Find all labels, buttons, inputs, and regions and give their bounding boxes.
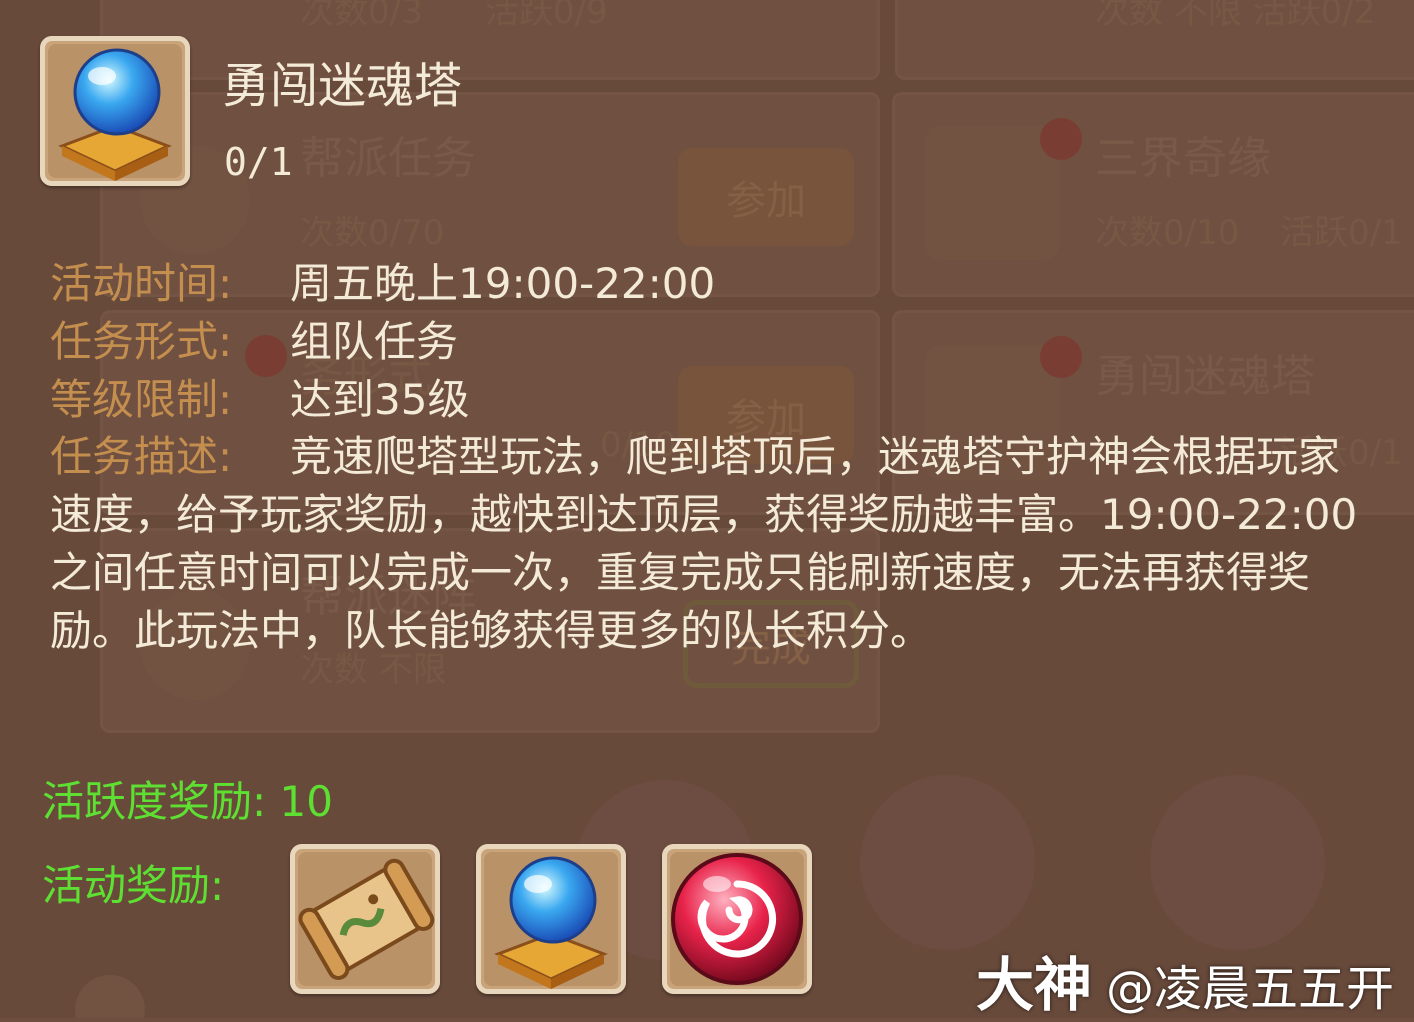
- activity-reward-row: 活跃度奖励: 10: [42, 768, 333, 829]
- field-label: 等级限制:: [50, 375, 233, 424]
- field-value: 组队任务: [290, 317, 459, 366]
- reward-item-2[interactable]: [476, 844, 626, 994]
- rewards-label: 活动奖励:: [42, 861, 225, 910]
- red-orb-icon: [671, 853, 803, 985]
- field-label: 任务形式:: [50, 317, 233, 366]
- description-label: 任务描述:: [50, 432, 233, 481]
- field-time: 活动时间: 周五晚上19:00-22:00: [50, 250, 715, 311]
- watermark-user: @凌晨五五开: [1105, 961, 1394, 1017]
- watermark: 大神 @凌晨五五开: [976, 938, 1394, 1022]
- field-value: 达到35级: [290, 375, 470, 424]
- activity-title: 勇闯迷魂塔: [222, 58, 463, 114]
- field-value: 周五晚上19:00-22:00: [290, 259, 716, 308]
- activity-reward-label: 活跃度奖励:: [42, 777, 267, 826]
- crystal-ball-icon: [494, 856, 608, 989]
- field-label: 活动时间:: [50, 259, 233, 308]
- description-block: 任务描述: 竞速爬塔型玩法，爬到塔顶后，迷魂塔守护神会根据玩家速度，给予玩家奖励…: [50, 428, 1370, 660]
- activity-progress: 0/1: [224, 140, 293, 184]
- treasure-map-icon: [298, 858, 435, 980]
- activity-reward-value: 10: [279, 777, 333, 826]
- field-level: 等级限制: 达到35级: [50, 366, 469, 427]
- reward-item-3[interactable]: [662, 844, 812, 994]
- watermark-brand: 大神: [975, 951, 1092, 1019]
- field-mode: 任务形式: 组队任务: [50, 308, 458, 369]
- crystal-ball-icon: [58, 48, 172, 181]
- reward-item-1[interactable]: [290, 844, 440, 994]
- activity-icon-tile: [40, 36, 190, 186]
